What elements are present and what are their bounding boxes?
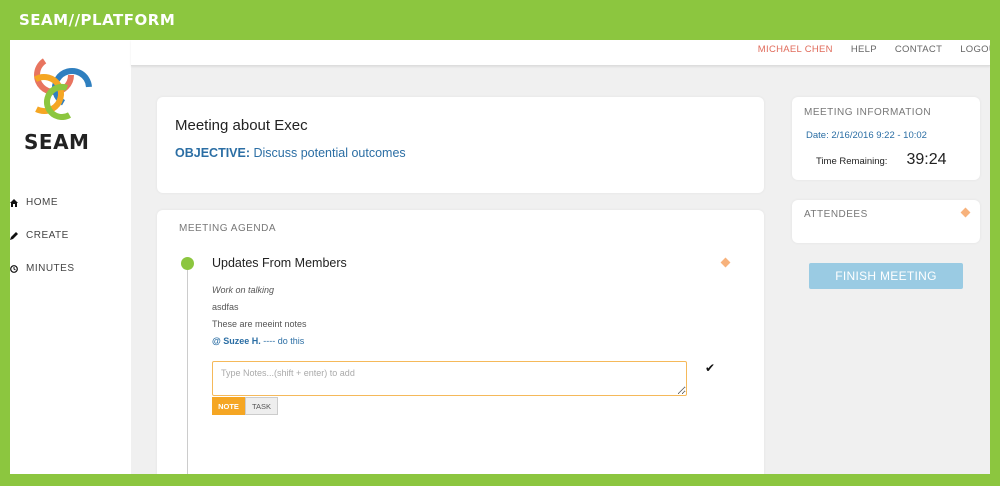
meeting-information-card: MEETING INFORMATION Date: 2/16/2016 9:22… — [792, 97, 980, 180]
note-line: Work on talking — [212, 285, 275, 295]
meeting-header-card: Meeting about Exec OBJECTIVE: Discuss po… — [157, 97, 764, 193]
agenda-notes: Work on talking asdfas These are meeint … — [212, 282, 307, 350]
objective-label: OBJECTIVE: — [175, 146, 251, 160]
agenda-item-title: Updates From Members — [212, 256, 347, 270]
top-links: MICHAEL CHEN HELP CONTACT LOGOU — [740, 44, 990, 55]
sidebar-item-home[interactable]: HOME — [10, 186, 75, 219]
task-text: ---- do this — [260, 336, 305, 346]
mention-link[interactable]: @ Suzee H. — [212, 336, 261, 346]
sidebar-item-label: MINUTES — [26, 263, 75, 274]
logo-text: SEAM — [24, 130, 90, 154]
time-remaining-row: Time Remaining: 39:24 — [816, 151, 947, 169]
task-button[interactable]: TASK — [245, 397, 278, 415]
note-line: asdfas — [212, 302, 239, 312]
meeting-title: Meeting about Exec — [175, 117, 308, 134]
attendees-heading: ATTENDEES — [804, 209, 868, 220]
user-name-link[interactable]: MICHAEL CHEN — [758, 44, 833, 55]
sidebar: SEAM HOME CREATE MINUTES — [10, 40, 131, 474]
note-type-toggle: NOTE TASK — [212, 397, 278, 415]
sidebar-nav: HOME CREATE MINUTES — [10, 186, 75, 285]
sidebar-item-label: HOME — [26, 197, 58, 208]
seam-logo-icon — [24, 55, 93, 120]
time-remaining-label: Time Remaining: — [816, 156, 888, 167]
top-nav-bar: MICHAEL CHEN HELP CONTACT LOGOU — [131, 40, 990, 66]
attendees-card: ATTENDEES — [792, 200, 980, 243]
meeting-agenda-card: MEETING AGENDA Updates From Members Work… — [157, 210, 764, 474]
sidebar-item-minutes[interactable]: MINUTES — [10, 252, 75, 285]
app-window: SEAM HOME CREATE MINUTES MICHAEL CHEN HE… — [10, 40, 990, 474]
pencil-icon — [10, 231, 26, 240]
finish-meeting-button[interactable]: FINISH MEETING — [809, 263, 963, 289]
timeline-dot — [181, 257, 194, 270]
check-icon[interactable]: ✔ — [705, 361, 715, 375]
contact-link[interactable]: CONTACT — [895, 44, 942, 55]
sidebar-item-create[interactable]: CREATE — [10, 219, 75, 252]
brand-title: SEAM//PLATFORM — [19, 11, 176, 29]
clock-icon — [10, 264, 26, 273]
sidebar-item-label: CREATE — [26, 230, 69, 241]
timeline-line — [187, 270, 188, 474]
objective-text: Discuss potential outcomes — [250, 146, 406, 160]
agenda-heading: MEETING AGENDA — [179, 223, 277, 234]
objective: OBJECTIVE: Discuss potential outcomes — [175, 146, 406, 160]
add-attendee-diamond-icon[interactable] — [960, 207, 971, 218]
agenda-item-diamond-icon[interactable] — [720, 257, 731, 268]
note-line: These are meeint notes — [212, 319, 307, 329]
note-button[interactable]: NOTE — [212, 397, 245, 415]
home-icon — [10, 198, 26, 207]
time-remaining-value: 39:24 — [906, 151, 947, 168]
meeting-date: Date: 2/16/2016 9:22 - 10:02 — [806, 130, 927, 141]
help-link[interactable]: HELP — [851, 44, 877, 55]
note-input[interactable] — [212, 361, 687, 396]
info-heading: MEETING INFORMATION — [804, 107, 932, 118]
logout-link[interactable]: LOGOU — [960, 44, 990, 55]
brand-bar: SEAM//PLATFORM — [0, 0, 1000, 40]
task-note: @ Suzee H. ---- do this — [212, 333, 307, 350]
